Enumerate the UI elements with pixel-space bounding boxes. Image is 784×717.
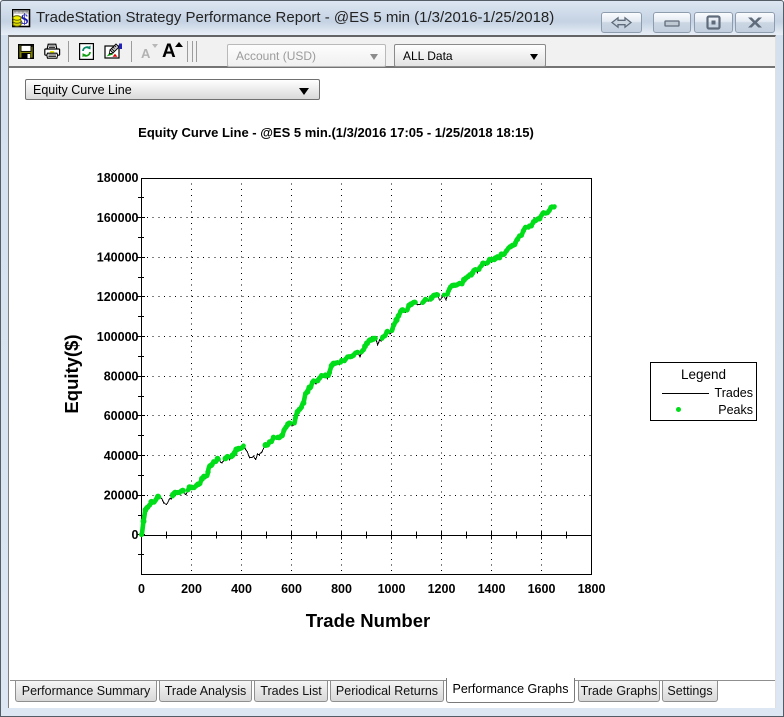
svg-text:40000: 40000 [104, 449, 139, 463]
svg-text:100000: 100000 [97, 330, 139, 344]
svg-text:Equity($): Equity($) [61, 334, 82, 413]
svg-text:1800: 1800 [578, 582, 606, 596]
svg-text:0: 0 [132, 528, 139, 542]
svg-text:Trade Number: Trade Number [306, 610, 430, 631]
svg-text:140000: 140000 [97, 251, 139, 265]
svg-text:400: 400 [231, 582, 252, 596]
svg-text:800: 800 [331, 582, 352, 596]
svg-text:1400: 1400 [478, 582, 506, 596]
svg-text:0: 0 [138, 582, 145, 596]
svg-text:60000: 60000 [104, 409, 139, 423]
svg-text:600: 600 [281, 582, 302, 596]
svg-text:1600: 1600 [528, 582, 556, 596]
svg-text:1200: 1200 [428, 582, 456, 596]
svg-text:180000: 180000 [97, 171, 139, 185]
svg-text:1000: 1000 [378, 582, 406, 596]
svg-text:20000: 20000 [104, 489, 139, 503]
svg-text:120000: 120000 [97, 290, 139, 304]
svg-text:80000: 80000 [104, 370, 139, 384]
svg-text:160000: 160000 [97, 211, 139, 225]
svg-text:Equity Curve Line - @ES 5 min.: Equity Curve Line - @ES 5 min.(1/3/2016 … [138, 125, 534, 140]
svg-text:$: $ [21, 12, 29, 28]
svg-text:200: 200 [181, 582, 202, 596]
